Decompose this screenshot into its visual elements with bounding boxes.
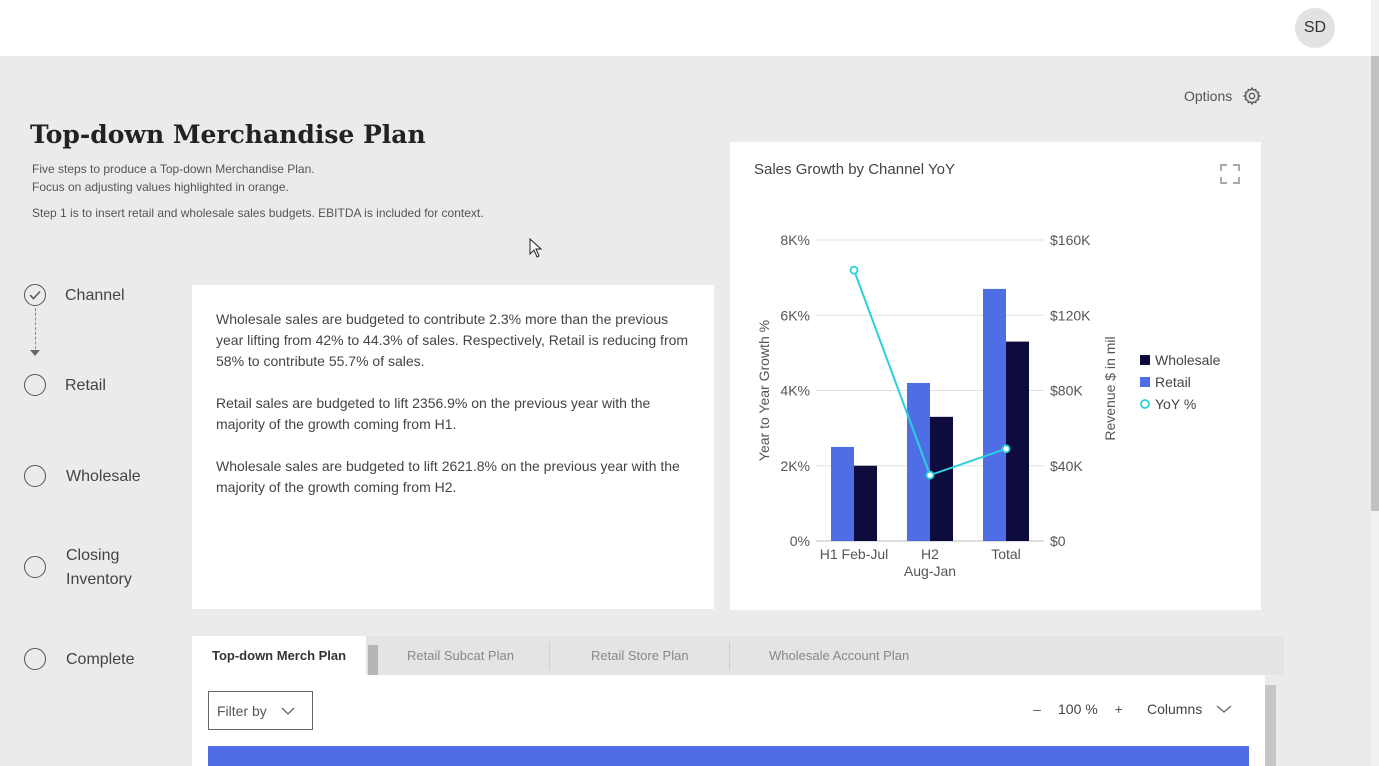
empty-circle-icon (24, 556, 46, 578)
y-left-tick-label: 2K% (780, 458, 810, 474)
tab-retail-store-plan[interactable]: Retail Store Plan (591, 636, 689, 675)
x-tick-label: H2 (921, 546, 939, 562)
y-right-tick-label: $80K (1050, 383, 1083, 399)
point-yoy-2 (1001, 444, 1011, 454)
y-right-tick-label: $160K (1050, 232, 1091, 248)
tab-bar: Top-down Merch Plan Retail Subcat Plan R… (192, 636, 1284, 675)
plan-table-panel: Filter by – 100 % + Columns (192, 675, 1265, 766)
empty-circle-icon (24, 465, 46, 487)
legend-label: Wholesale (1155, 352, 1221, 368)
tab-wholesale-account-plan[interactable]: Wholesale Account Plan (769, 636, 909, 675)
y-right-tick-label: $40K (1050, 458, 1083, 474)
y-left-tick-label: 6K% (780, 307, 810, 323)
check-circle-icon (24, 284, 46, 306)
step-channel[interactable]: Channel (24, 284, 125, 308)
columns-dropdown[interactable]: Columns (1147, 701, 1232, 717)
legend-marker (1140, 399, 1150, 409)
x-tick-label: H1 Feb-Jul (820, 546, 888, 562)
y-left-tick-label: 4K% (780, 383, 810, 399)
step-label: Channel (65, 287, 125, 304)
y-right-axis-title: Revenue $ in mil (1102, 336, 1118, 440)
zoom-value: 100 % (1058, 701, 1098, 717)
bar-retail-2 (983, 288, 1006, 541)
page-scrollbar-thumb[interactable] (1371, 56, 1379, 511)
bar-wholesale-0 (854, 465, 877, 541)
chevron-down-icon (281, 707, 295, 715)
step-label: Wholesale (66, 468, 141, 485)
filter-label: Filter by (217, 702, 267, 719)
bar-wholesale-2 (1006, 341, 1029, 541)
summary-card: Wholesale sales are budgeted to contribu… (192, 285, 714, 609)
mouse-cursor-icon (529, 238, 543, 258)
zoom-out-button[interactable]: – (1030, 701, 1044, 717)
legend-label: Retail (1155, 374, 1191, 390)
arrow-down-icon (30, 350, 40, 356)
legend-marker (1140, 377, 1150, 387)
y-right-tick-label: $0 (1050, 533, 1066, 549)
point-yoy-0 (849, 265, 859, 275)
options-button[interactable]: Options (1184, 86, 1262, 106)
tab-retail-subcat-plan[interactable]: Retail Subcat Plan (407, 636, 514, 675)
bar-retail-1 (907, 382, 930, 541)
step-label-line1: Closing (66, 547, 120, 564)
gear-icon[interactable] (1242, 86, 1262, 106)
step-connector (35, 308, 36, 354)
step-label: Complete (66, 651, 135, 668)
y-left-axis-title: Year to Year Growth % (756, 320, 772, 461)
y-left-tick-label: 8K% (780, 232, 810, 248)
bar-wholesale-1 (930, 416, 953, 541)
point-yoy-1 (925, 470, 935, 480)
legend-label: YoY % (1155, 396, 1196, 412)
zoom-control: – 100 % + (1030, 701, 1126, 717)
page-subtitle-line2: Focus on adjusting values highlighted in… (32, 180, 289, 194)
top-bar: SD (0, 0, 1371, 56)
x-tick-label: Aug-Jan (904, 563, 956, 579)
chevron-down-icon (1216, 705, 1232, 713)
table-header-row (208, 746, 1249, 766)
step-label-line2: Inventory (66, 571, 132, 588)
tab-divider (729, 642, 730, 670)
summary-paragraph: Wholesale sales are budgeted to contribu… (216, 311, 689, 369)
zoom-in-button[interactable]: + (1112, 701, 1126, 717)
table-scrollbar[interactable] (1265, 685, 1276, 766)
summary-paragraph: Retail sales are budgeted to lift 2356.9… (216, 395, 651, 432)
chart-card: Sales Growth by Channel YoY 0% $0 2K% $40K 4… (730, 142, 1261, 610)
step-note: Step 1 is to insert retail and wholesale… (32, 206, 484, 220)
step-complete[interactable]: Complete (24, 648, 134, 672)
bar-retail-0 (831, 446, 854, 541)
empty-circle-icon (24, 648, 46, 670)
legend-marker (1140, 355, 1150, 365)
step-wholesale[interactable]: Wholesale (24, 465, 141, 489)
page-subtitle-line1: Five steps to produce a Top-down Merchan… (32, 162, 315, 176)
page-title: Top-down Merchandise Plan (30, 120, 426, 149)
x-tick-label: Total (991, 546, 1021, 562)
sales-growth-chart: 0% $0 2K% $40K 4K% $80K 6K% $120K 8K% $160K Year t… (756, 232, 1221, 579)
step-label: Closing Inventory (66, 544, 132, 592)
step-retail[interactable]: Retail (24, 374, 106, 398)
tab-divider (549, 642, 550, 670)
tab-top-down-merch-plan[interactable]: Top-down Merch Plan (192, 636, 367, 675)
y-left-tick-label: 0% (790, 533, 810, 549)
step-label: Retail (65, 377, 106, 394)
step-closing-inventory[interactable]: Closing Inventory (24, 544, 132, 592)
summary-paragraph: Wholesale sales are budgeted to lift 262… (216, 458, 680, 495)
user-avatar[interactable]: SD (1295, 8, 1335, 48)
filter-dropdown[interactable]: Filter by (208, 691, 313, 730)
columns-label: Columns (1147, 701, 1203, 717)
tab-scroll-handle[interactable] (368, 645, 378, 675)
options-label: Options (1184, 88, 1233, 104)
empty-circle-icon (24, 374, 46, 396)
y-right-tick-label: $120K (1050, 307, 1091, 323)
